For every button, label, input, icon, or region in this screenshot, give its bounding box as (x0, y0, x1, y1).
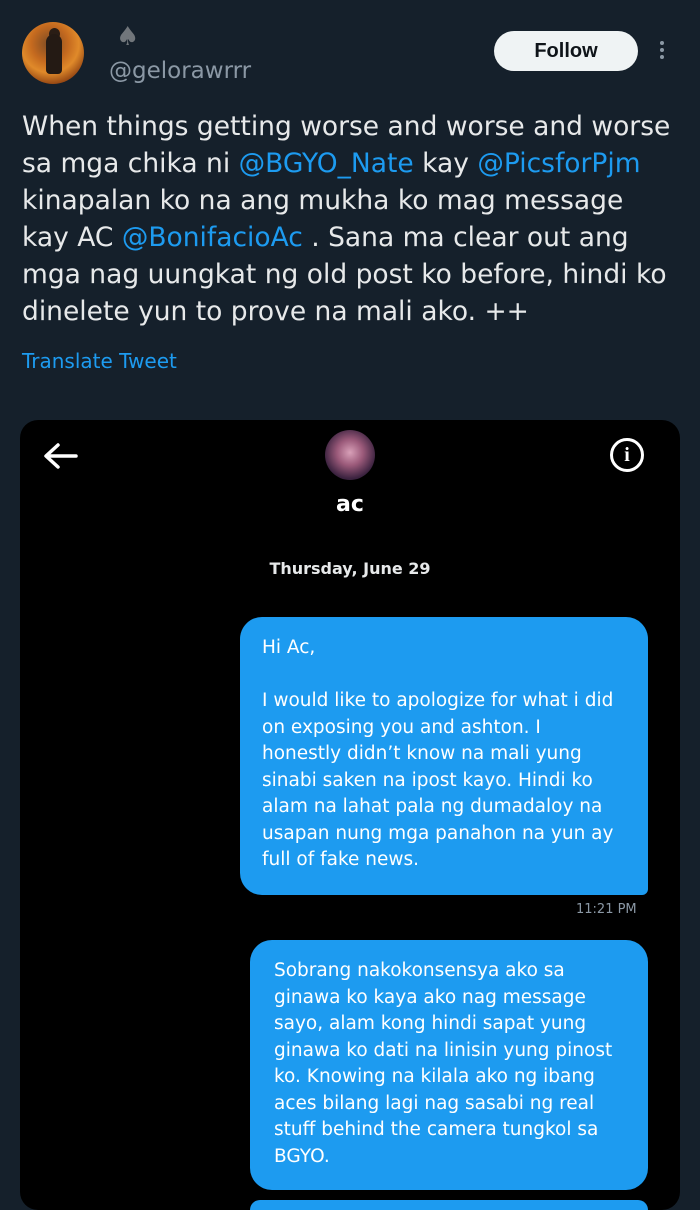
avatar[interactable] (22, 22, 84, 84)
tweet-text: When things getting worse and worse and … (22, 108, 682, 330)
user-handle[interactable]: @gelorawrrr (109, 58, 251, 84)
follow-button[interactable]: Follow (494, 31, 638, 71)
mention-link[interactable]: @BonifacioAc (122, 222, 303, 253)
attached-screenshot[interactable]: i ac Thursday, June 29 Hi Ac, I would li… (20, 420, 680, 1210)
mention-link[interactable]: @BGYO_Nate (239, 148, 414, 179)
avatar-figure-body (46, 34, 62, 74)
chat-contact-avatar (325, 430, 375, 480)
spade-icon: ♠ (116, 22, 140, 52)
message-bubble: Hi Ac, I would like to apologize for wha… (240, 617, 648, 895)
tweet-text-segment: kay (413, 148, 478, 179)
message-timestamp: 11:21 PM (576, 902, 637, 917)
info-icon: i (610, 438, 644, 472)
mention-link[interactable]: @PicsforPjm (477, 148, 640, 179)
tweet-header: ♠ @gelorawrrr Follow (0, 0, 700, 100)
message-bubble: Sobrang nakokonsensya ako sa ginawa ko k… (250, 940, 648, 1190)
chat-date-separator: Thursday, June 29 (269, 559, 431, 578)
message-bubble-partial (250, 1200, 648, 1210)
translate-tweet-link[interactable]: Translate Tweet (22, 349, 177, 373)
more-icon[interactable] (654, 38, 670, 64)
back-arrow-icon (44, 443, 78, 469)
chat-contact-name: ac (336, 492, 364, 517)
